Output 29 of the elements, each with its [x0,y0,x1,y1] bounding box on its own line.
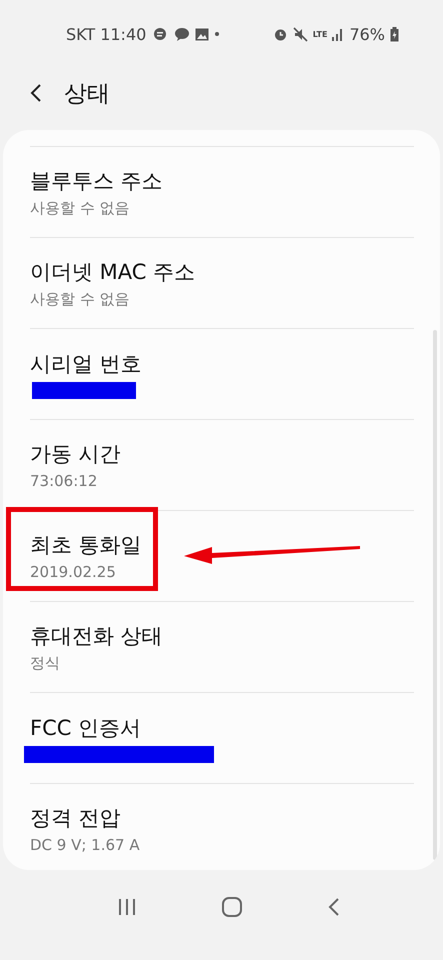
carrier: SKT [66,24,96,44]
item-title: 이더넷 MAC 주소 [30,258,196,286]
mute-icon [292,26,308,42]
signal-icon [332,28,344,40]
item-value: 2019.02.25 [30,563,117,581]
image-icon [195,28,210,40]
item-title: FCC 인증서 [30,714,142,742]
page-title: 상태 [64,80,110,108]
item-value: 73:06:12 [30,472,98,490]
battery-level: 76% [349,24,385,44]
home-icon[interactable] [221,896,243,918]
back-icon[interactable] [30,83,42,103]
item-title: 최초 통화일 [30,532,142,559]
speech-bubble-icon [174,26,190,42]
alarm-icon [272,26,288,42]
recent-apps-icon[interactable] [117,898,137,916]
item-title: 휴대전화 상태 [30,622,163,650]
network-type: LTE [312,30,328,38]
item-value: 사용할 수 없음 [30,198,131,218]
item-title: 가동 시간 [30,441,121,468]
battery-icon [390,26,399,42]
item-value: 정식 [30,654,61,672]
item-title: 시리얼 번호 [30,350,142,378]
dot-icon [214,31,220,37]
item-title: 정격 전압 [30,805,122,832]
item-value: DC 9 V; 1.67 A [30,836,140,854]
clock: 11:40 [100,24,146,44]
item-title: 블루투스 주소 [30,168,163,194]
item-value: 사용할 수 없음 [30,290,131,308]
